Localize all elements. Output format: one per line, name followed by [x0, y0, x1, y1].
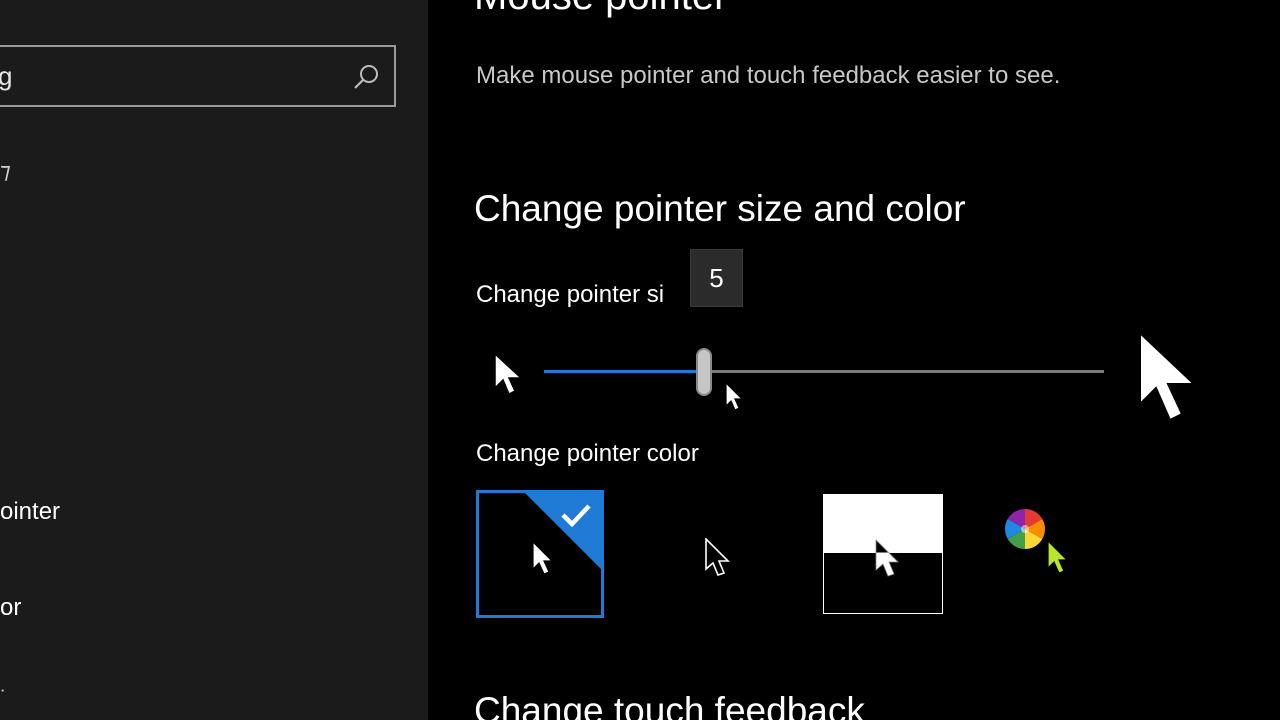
sidebar-item-text-cursor[interactable]: or [0, 594, 21, 622]
page-description: Make mouse pointer and touch feedback ea… [476, 62, 1061, 89]
white-pointer-icon [532, 541, 554, 575]
color-option-custom[interactable] [994, 500, 1084, 600]
mouse-cursor-icon [725, 382, 744, 411]
sidebar-item-mouse-pointer[interactable]: ointer [0, 498, 60, 526]
slider-fill [544, 370, 704, 373]
slider-value-tooltip: 5 [690, 249, 743, 307]
color-option-white[interactable] [476, 490, 604, 618]
search-icon[interactable] [352, 63, 380, 91]
pointer-size-slider[interactable] [544, 348, 1104, 398]
search-input[interactable]: g [0, 61, 12, 92]
black-pointer-icon [705, 538, 730, 576]
section-title-size-color: Change pointer size and color [474, 188, 966, 229]
page-title: Mouse pointer [474, 0, 727, 19]
settings-window: g ⁊ ointer or ˙ Mouse pointer Make mouse… [0, 0, 1280, 720]
color-option-inverted[interactable] [823, 494, 943, 614]
custom-pointer-icon [1047, 540, 1069, 574]
large-pointer-icon [1139, 330, 1197, 422]
color-wheel-icon [1005, 509, 1045, 549]
main-content: Mouse pointer Make mouse pointer and tou… [428, 0, 1280, 720]
color-option-black[interactable] [656, 490, 784, 618]
inverted-pointer-icon [875, 539, 899, 577]
small-pointer-icon [494, 352, 523, 396]
pointer-color-label: Change pointer color [476, 440, 699, 467]
navigation-pane: g ⁊ ointer or ˙ [0, 0, 428, 720]
nav-icon-partial-2: ˙ [0, 686, 8, 711]
checkmark-icon [561, 504, 591, 528]
search-box[interactable]: g [0, 45, 396, 107]
pointer-size-label: Change pointer si [476, 281, 665, 308]
nav-icon-partial: ⁊ [0, 158, 11, 183]
section-title-touch-feedback: Change touch feedback [474, 690, 865, 720]
slider-thumb[interactable] [696, 348, 712, 396]
